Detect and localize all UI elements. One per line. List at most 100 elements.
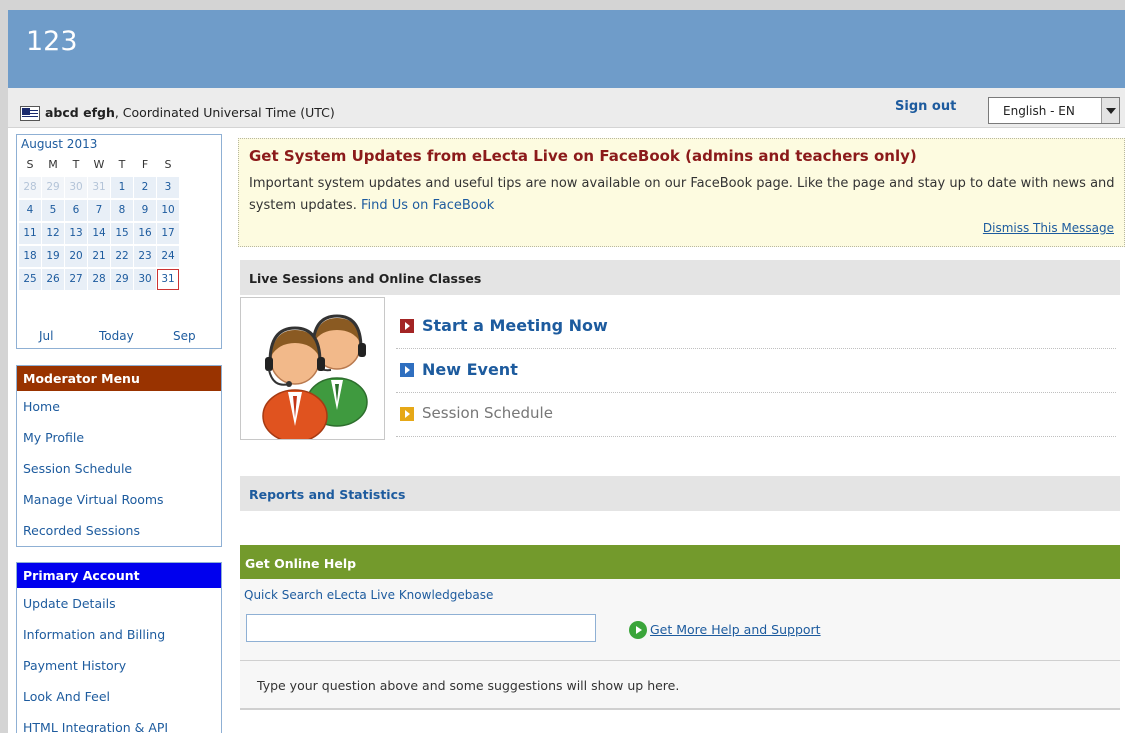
- menu-item-information-billing[interactable]: Information and Billing: [17, 619, 221, 650]
- live-sessions-title: Live Sessions and Online Classes: [249, 271, 482, 286]
- calendar-day[interactable]: 28: [88, 269, 110, 290]
- app-title: 123: [26, 26, 78, 57]
- calendar-day[interactable]: 28: [19, 177, 41, 198]
- new-event-row[interactable]: New Event: [396, 349, 1116, 393]
- reports-title[interactable]: Reports and Statistics: [249, 487, 405, 502]
- knowledgebase-search-input[interactable]: [246, 614, 596, 642]
- calendar-day[interactable]: 2: [134, 177, 156, 198]
- calendar-day[interactable]: 16: [134, 223, 156, 244]
- window-top-border: [0, 0, 1125, 10]
- calendar-nav: Jul Today Sep: [17, 325, 221, 347]
- calendar-day[interactable]: 1: [111, 177, 133, 198]
- calendar-day[interactable]: 15: [111, 223, 133, 244]
- user-info: abcd efgh, Coordinated Universal Time (U…: [45, 105, 335, 120]
- facebook-notice: Get System Updates from eLecta Live on F…: [238, 138, 1125, 247]
- calendar-day[interactable]: 9: [134, 200, 156, 221]
- menu-item-session-schedule[interactable]: Session Schedule: [17, 453, 221, 484]
- calendar-day[interactable]: 14: [88, 223, 110, 244]
- arrow-right-icon: [400, 363, 414, 377]
- dismiss-message-link[interactable]: Dismiss This Message: [983, 221, 1114, 235]
- menu-item-recorded-sessions[interactable]: Recorded Sessions: [17, 515, 221, 546]
- calendar-day[interactable]: 27: [65, 269, 87, 290]
- language-select[interactable]: English - EN: [988, 97, 1120, 124]
- window-left-border: [0, 0, 8, 733]
- calendar-day[interactable]: 4: [19, 200, 41, 221]
- calendar-day[interactable]: 11: [19, 223, 41, 244]
- menu-item-my-profile[interactable]: My Profile: [17, 422, 221, 453]
- menu-item-payment-history[interactable]: Payment History: [17, 650, 221, 681]
- menu-item-html-integration[interactable]: HTML Integration & API: [17, 712, 221, 733]
- calendar-day[interactable]: 8: [111, 200, 133, 221]
- menu-item-manage-virtual-rooms[interactable]: Manage Virtual Rooms: [17, 484, 221, 515]
- live-sessions-header: Live Sessions and Online Classes: [240, 260, 1120, 295]
- calendar-month-title: August 2013: [21, 137, 98, 151]
- online-help-header: Get Online Help: [240, 545, 1120, 579]
- calendar-day[interactable]: 6: [65, 200, 87, 221]
- calendar-day[interactable]: 19: [42, 246, 64, 267]
- calendar-day[interactable]: 29: [42, 177, 64, 198]
- calendar-day[interactable]: 31: [157, 269, 179, 290]
- calendar-weekday: T: [72, 158, 80, 171]
- calendar-day[interactable]: 29: [111, 269, 133, 290]
- start-meeting-link[interactable]: Start a Meeting Now: [422, 316, 608, 335]
- calendar-day[interactable]: 3: [157, 177, 179, 198]
- mini-calendar: August 2013 S M T W T F S 28 29 30 31 1 2 3 4 5 6 7 8 9 10 11…: [16, 134, 222, 349]
- calendar-weekday-row: S M TWT F S: [19, 153, 219, 176]
- calendar-weekday: F: [141, 158, 149, 171]
- user-name: abcd efgh: [45, 105, 115, 120]
- calendar-prev-month[interactable]: Jul: [39, 329, 53, 343]
- calendar-day[interactable]: 13: [65, 223, 87, 244]
- calendar-day[interactable]: 10: [157, 200, 179, 221]
- divider: [240, 660, 1120, 661]
- timezone-label: , Coordinated Universal Time (UTC): [114, 105, 335, 120]
- calendar-day[interactable]: 30: [134, 269, 156, 290]
- calendar-day[interactable]: 18: [19, 246, 41, 267]
- menu-item-update-details[interactable]: Update Details: [17, 588, 221, 619]
- calendar-day[interactable]: 7: [88, 200, 110, 221]
- more-help-link[interactable]: Get More Help and Support: [650, 622, 821, 637]
- primary-account-title: Primary Account: [17, 563, 221, 588]
- calendar-week-row: 18 19 20 21 22 23 24: [19, 245, 219, 268]
- start-meeting-row[interactable]: Start a Meeting Now: [396, 305, 1116, 349]
- find-us-facebook-link[interactable]: Find Us on FaceBook: [361, 198, 494, 213]
- chevron-down-icon[interactable]: [1101, 98, 1119, 123]
- language-value: English - EN: [1003, 104, 1075, 118]
- calendar-day[interactable]: 21: [88, 246, 110, 267]
- notice-title: Get System Updates from eLecta Live on F…: [249, 147, 917, 165]
- calendar-grid: S M T W T F S 28 29 30 31 1 2 3 4 5 6 7 8 9 10 11 12 13 14 15 16 17…: [19, 153, 219, 291]
- calendar-day[interactable]: 20: [65, 246, 87, 267]
- calendar-day[interactable]: 31: [88, 177, 110, 198]
- search-hint-text: Type your question above and some sugges…: [257, 678, 680, 693]
- arrow-circle-right-icon[interactable]: [629, 621, 647, 639]
- calendar-day[interactable]: 17: [157, 223, 179, 244]
- menu-item-look-and-feel[interactable]: Look And Feel: [17, 681, 221, 712]
- sign-out-link[interactable]: Sign out: [895, 99, 956, 114]
- new-event-link[interactable]: New Event: [422, 360, 518, 379]
- reports-header[interactable]: Reports and Statistics: [240, 476, 1120, 511]
- calendar-day[interactable]: 24: [157, 246, 179, 267]
- calendar-week-row: 25 26 27 28 29 30 31: [19, 268, 219, 291]
- calendar-weekday: W: [93, 158, 105, 171]
- calendar-next-month[interactable]: Sep: [173, 329, 196, 343]
- calendar-day[interactable]: 30: [65, 177, 87, 198]
- moderator-menu-title: Moderator Menu: [17, 366, 221, 391]
- calendar-weekday: S: [26, 158, 34, 171]
- calendar-today[interactable]: Today: [99, 329, 134, 343]
- primary-account-menu: Primary Account Update Details Informati…: [16, 562, 222, 733]
- online-help-title: Get Online Help: [245, 556, 357, 571]
- us-flag-icon: [20, 106, 40, 121]
- headset-users-illustration: [240, 297, 385, 440]
- calendar-day[interactable]: 5: [42, 200, 64, 221]
- calendar-day[interactable]: 12: [42, 223, 64, 244]
- calendar-day[interactable]: 26: [42, 269, 64, 290]
- quick-search-label: Quick Search eLecta Live Knowledgebase: [244, 588, 494, 602]
- menu-item-home[interactable]: Home: [17, 391, 221, 422]
- calendar-day[interactable]: 23: [134, 246, 156, 267]
- calendar-weekday: S: [164, 158, 172, 171]
- calendar-day[interactable]: 22: [111, 246, 133, 267]
- calendar-day[interactable]: 25: [19, 269, 41, 290]
- arrow-right-icon: [400, 407, 414, 421]
- session-schedule-link[interactable]: Session Schedule: [422, 404, 553, 422]
- calendar-week-row: 4 5 6 7 8 9 10: [19, 199, 219, 222]
- session-schedule-row[interactable]: Session Schedule: [396, 393, 1116, 437]
